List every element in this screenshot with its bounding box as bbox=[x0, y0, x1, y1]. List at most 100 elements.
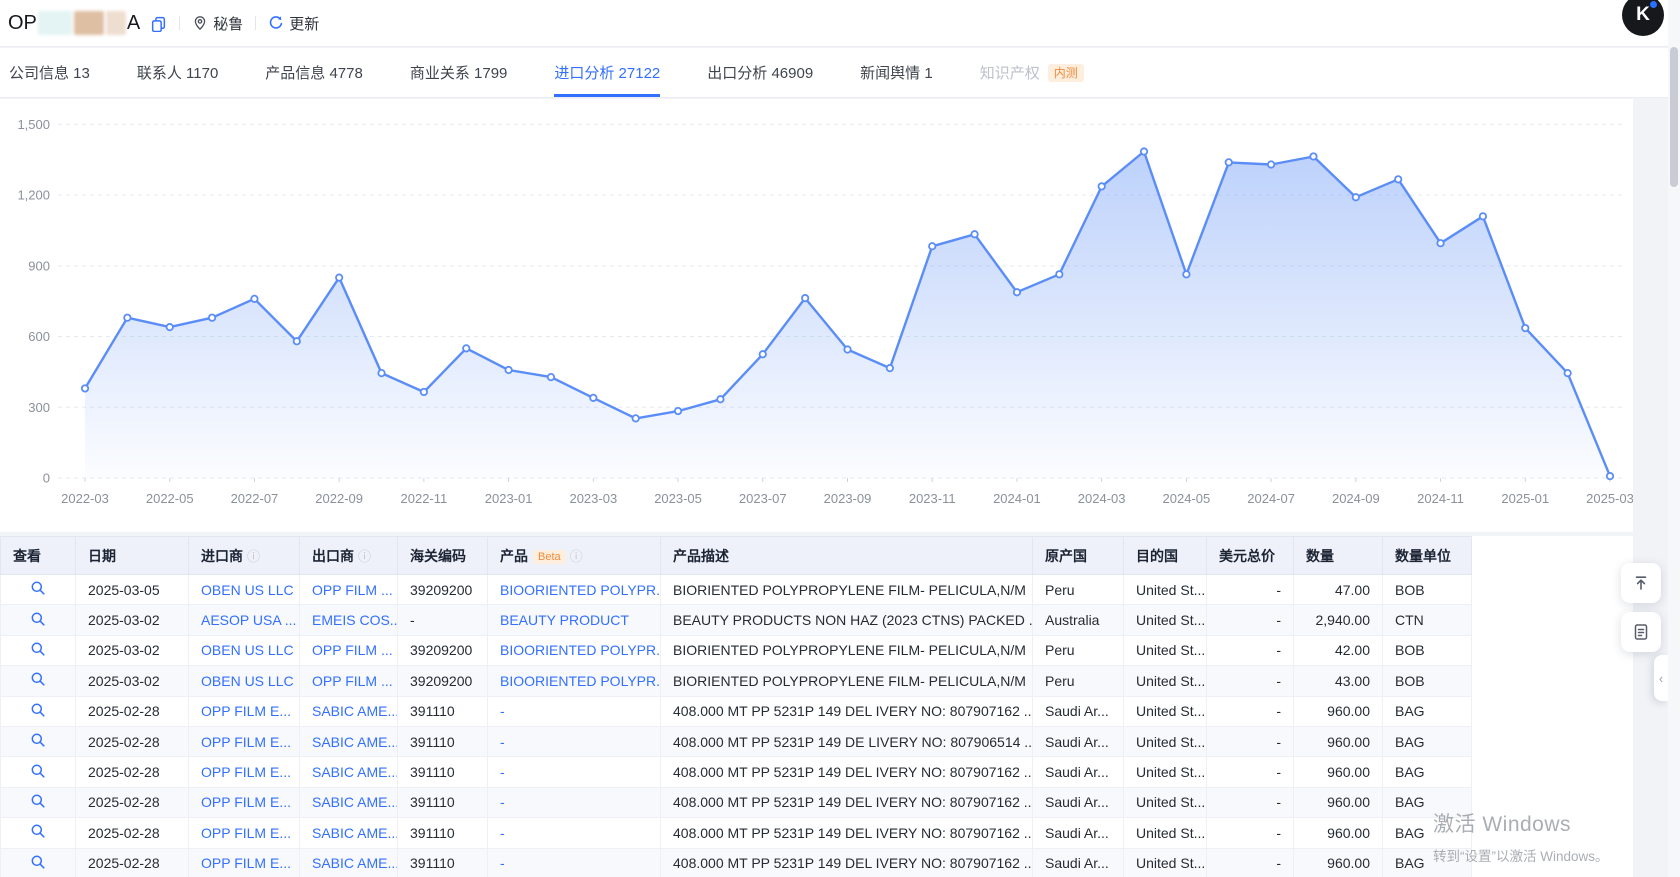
feedback-button[interactable] bbox=[1621, 612, 1661, 652]
exporter-link[interactable]: SABIC AME... bbox=[312, 825, 398, 841]
importer-link[interactable]: OPP FILM E... bbox=[201, 764, 291, 780]
view-detail-button[interactable] bbox=[30, 702, 46, 721]
collapse-panel-handle[interactable]: ‹ bbox=[1654, 655, 1668, 701]
column-header-label: 原产国 bbox=[1045, 548, 1087, 564]
importer-link[interactable]: OBEN US LLC bbox=[201, 642, 294, 658]
cell-origin: Peru bbox=[1033, 635, 1124, 665]
info-icon[interactable]: ⓘ bbox=[247, 549, 260, 564]
data-point-marker bbox=[463, 345, 469, 351]
back-to-top-button[interactable] bbox=[1621, 563, 1661, 603]
product-link[interactable]: - bbox=[500, 764, 505, 780]
x-axis-tick-label: 2024-01 bbox=[993, 491, 1041, 506]
importer-link[interactable]: OPP FILM E... bbox=[201, 703, 291, 719]
exporter-link[interactable]: SABIC AME... bbox=[312, 734, 398, 750]
tab-新闻舆情[interactable]: 新闻舆情 1 bbox=[860, 48, 933, 97]
importer-link[interactable]: OBEN US LLC bbox=[201, 582, 294, 598]
x-axis-tick-label: 2023-09 bbox=[824, 491, 872, 506]
topbar: OP A 秘鲁 更新 bbox=[0, 0, 1668, 47]
product-link[interactable]: BIOORIENTED POLYPR... bbox=[500, 642, 661, 658]
table-row: 2025-02-28OPP FILM E...SABIC AME...39111… bbox=[1, 696, 1472, 726]
cell-exporter: SABIC AME... bbox=[300, 696, 398, 726]
exporter-link[interactable]: EMEIS COS... bbox=[312, 612, 398, 628]
cell-dest: United St... bbox=[1124, 726, 1207, 756]
product-link[interactable]: - bbox=[500, 825, 505, 841]
cell-exporter: SABIC AME... bbox=[300, 787, 398, 817]
x-axis-tick-label: 2022-03 bbox=[61, 491, 109, 506]
cell-usd: - bbox=[1207, 635, 1294, 665]
product-link[interactable]: - bbox=[500, 794, 505, 810]
cell-desc: BIORIENTED POLYPROPYLENE FILM- PELICULA,… bbox=[661, 635, 1033, 665]
importer-link[interactable]: OPP FILM E... bbox=[201, 825, 291, 841]
magnifier-icon bbox=[30, 580, 46, 596]
exporter-link[interactable]: SABIC AME... bbox=[312, 855, 398, 871]
data-point-marker bbox=[1056, 271, 1062, 277]
update-button[interactable]: 更新 bbox=[268, 13, 319, 34]
view-detail-button[interactable] bbox=[30, 854, 46, 873]
scrollbar-thumb[interactable] bbox=[1670, 47, 1678, 187]
exporter-link[interactable]: SABIC AME... bbox=[312, 764, 398, 780]
importer-link[interactable]: OBEN US LLC bbox=[201, 673, 294, 689]
exporter-link[interactable]: OPP FILM ... bbox=[312, 642, 393, 658]
cell-hscode: 391110 bbox=[398, 726, 488, 756]
cell-qty: 2,940.00 bbox=[1294, 605, 1383, 635]
importer-link[interactable]: OPP FILM E... bbox=[201, 794, 291, 810]
view-detail-button[interactable] bbox=[30, 611, 46, 630]
product-link[interactable]: BIOORIENTED POLYPR... bbox=[500, 582, 661, 598]
product-link[interactable]: - bbox=[500, 734, 505, 750]
cell-date: 2025-02-28 bbox=[76, 757, 189, 787]
data-point-marker bbox=[336, 274, 342, 280]
exporter-link[interactable]: SABIC AME... bbox=[312, 794, 398, 810]
tab-公司信息[interactable]: 公司信息 13 bbox=[9, 48, 90, 97]
view-detail-button[interactable] bbox=[30, 732, 46, 751]
avatar-letter: K bbox=[1636, 4, 1650, 26]
cell-dest: United St... bbox=[1124, 575, 1207, 605]
importer-link[interactable]: AESOP USA ... bbox=[201, 612, 296, 628]
cell-product: - bbox=[488, 848, 661, 877]
x-axis-tick-label: 2024-03 bbox=[1078, 491, 1126, 506]
column-header-importer: 进口商ⓘ bbox=[189, 537, 300, 575]
cell-importer: OPP FILM E... bbox=[189, 787, 300, 817]
product-link[interactable]: - bbox=[500, 855, 505, 871]
table-row: 2025-02-28OPP FILM E...SABIC AME...39111… bbox=[1, 726, 1472, 756]
tab-知识产权[interactable]: 知识产权内测 bbox=[980, 48, 1084, 97]
avatar[interactable]: K bbox=[1622, 0, 1664, 36]
product-link[interactable]: - bbox=[500, 703, 505, 719]
view-detail-button[interactable] bbox=[30, 763, 46, 782]
view-detail-button[interactable] bbox=[30, 823, 46, 842]
importer-link[interactable]: OPP FILM E... bbox=[201, 855, 291, 871]
column-header-label: 日期 bbox=[88, 548, 116, 564]
info-icon[interactable]: ⓘ bbox=[570, 549, 583, 564]
view-detail-button[interactable] bbox=[30, 671, 46, 690]
tab-商业关系[interactable]: 商业关系 1799 bbox=[410, 48, 508, 97]
data-point-marker bbox=[167, 324, 173, 330]
cell-product: BEAUTY PRODUCT bbox=[488, 605, 661, 635]
cell-usd: - bbox=[1207, 575, 1294, 605]
view-detail-button[interactable] bbox=[30, 793, 46, 812]
exporter-link[interactable]: OPP FILM ... bbox=[312, 582, 393, 598]
importer-link[interactable]: OPP FILM E... bbox=[201, 734, 291, 750]
tab-联系人[interactable]: 联系人 1170 bbox=[137, 48, 218, 97]
tab-产品信息[interactable]: 产品信息 4778 bbox=[265, 48, 363, 97]
magnifier-icon bbox=[30, 823, 46, 839]
exporter-link[interactable]: OPP FILM ... bbox=[312, 673, 393, 689]
data-point-marker bbox=[675, 408, 681, 414]
product-link[interactable]: BEAUTY PRODUCT bbox=[500, 612, 629, 628]
cell-date: 2025-03-02 bbox=[76, 666, 189, 696]
table-row: 2025-03-02OBEN US LLCOPP FILM ...3920920… bbox=[1, 666, 1472, 696]
copy-company-name-button[interactable] bbox=[150, 15, 167, 32]
cell-importer: OPP FILM E... bbox=[189, 696, 300, 726]
info-icon[interactable]: ⓘ bbox=[358, 549, 371, 564]
product-link[interactable]: BIOORIENTED POLYPR... bbox=[500, 673, 661, 689]
view-detail-button[interactable] bbox=[30, 641, 46, 660]
table-row: 2025-02-28OPP FILM E...SABIC AME...39111… bbox=[1, 818, 1472, 848]
view-detail-button[interactable] bbox=[30, 580, 46, 599]
cell-usd: - bbox=[1207, 726, 1294, 756]
exporter-link[interactable]: SABIC AME... bbox=[312, 703, 398, 719]
data-point-marker bbox=[209, 315, 215, 321]
cell-hscode: 391110 bbox=[398, 818, 488, 848]
tab-出口分析[interactable]: 出口分析 46909 bbox=[707, 48, 813, 97]
y-axis-tick-label: 600 bbox=[28, 329, 50, 344]
y-axis-tick-label: 0 bbox=[43, 471, 50, 486]
tab-进口分析[interactable]: 进口分析 27122 bbox=[554, 48, 660, 97]
x-axis-tick-label: 2025-01 bbox=[1501, 491, 1549, 506]
